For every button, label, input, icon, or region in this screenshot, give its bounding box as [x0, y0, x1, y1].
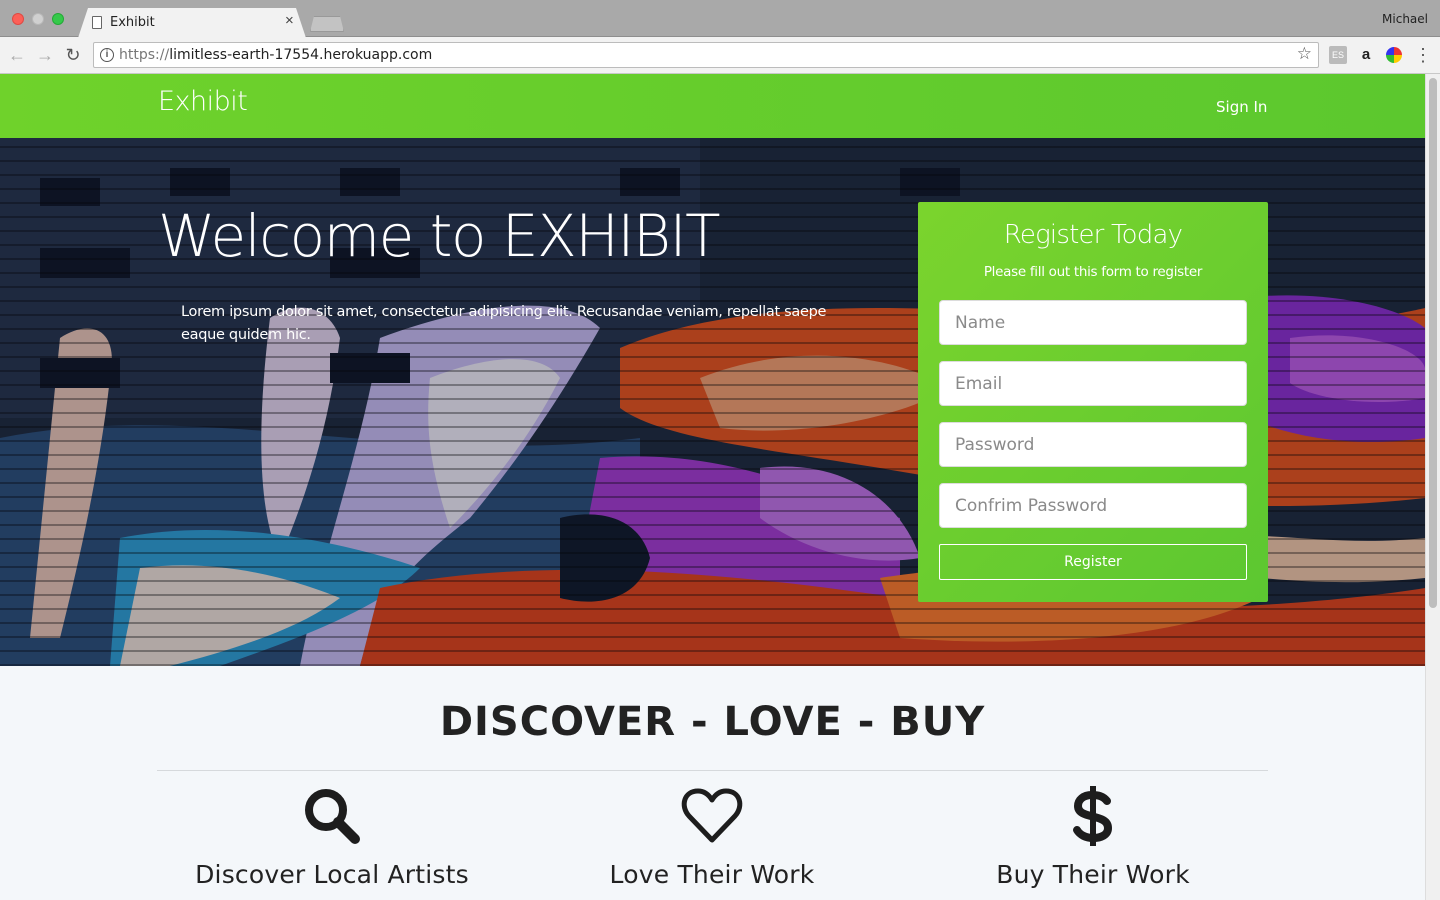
browser-tab[interactable]: Exhibit × — [78, 8, 306, 38]
maximize-window-button[interactable] — [52, 13, 64, 25]
bookmark-star-icon[interactable]: ☆ — [1297, 44, 1312, 64]
register-subtitle: Please fill out this form to register — [983, 264, 1203, 280]
feature-discover: Discover Local Artists — [152, 784, 512, 889]
heart-icon — [681, 788, 743, 843]
feature-love: Love Their Work — [532, 784, 892, 889]
page-icon — [92, 16, 102, 29]
feature-label: Discover Local Artists — [195, 860, 469, 889]
reload-icon[interactable]: ↻ — [63, 45, 83, 65]
profile-name[interactable]: Michael — [1382, 12, 1428, 26]
color-extension-icon[interactable] — [1386, 47, 1402, 63]
browser-toolbar: ← → ↻ i https://limitless-earth-17554.he… — [0, 37, 1440, 74]
password-field[interactable] — [939, 422, 1247, 467]
address-bar[interactable]: i https://limitless-earth-17554.herokuap… — [93, 42, 1319, 68]
info-icon[interactable]: i — [100, 48, 114, 62]
url-text[interactable]: https://limitless-earth-17554.herokuapp.… — [119, 47, 432, 63]
minimize-window-button[interactable] — [32, 13, 44, 25]
page-scrollbar[interactable] — [1425, 74, 1440, 900]
search-icon — [305, 789, 360, 844]
feature-label: Love Their Work — [609, 860, 815, 889]
register-title: Register Today — [1003, 220, 1183, 250]
feature-buy: Buy Their Work — [913, 784, 1273, 889]
new-tab-button[interactable] — [310, 16, 344, 32]
hero-title: Welcome to EXHIBIT — [158, 202, 721, 270]
hero-section: Welcome to EXHIBIT Lorem ipsum dolor sit… — [0, 138, 1425, 666]
browser-menu-icon[interactable]: ⋮ — [1414, 45, 1432, 65]
forward-icon[interactable]: → — [35, 45, 55, 65]
feature-label: Buy Their Work — [996, 860, 1190, 889]
tab-close-icon[interactable]: × — [285, 13, 294, 28]
register-form-card: Register Today Please fill out this form… — [918, 202, 1268, 602]
confirm-password-field[interactable] — [939, 483, 1247, 528]
site-navbar: Exhibit Sign In — [0, 74, 1425, 138]
section-divider — [157, 770, 1268, 771]
tab-title: Exhibit — [110, 15, 155, 30]
site-brand[interactable]: Exhibit — [158, 86, 248, 117]
email-field[interactable] — [939, 361, 1247, 406]
close-window-button[interactable] — [12, 13, 24, 25]
amazon-extension-icon[interactable]: a — [1357, 46, 1375, 64]
scrollbar-thumb[interactable] — [1429, 78, 1437, 608]
dollar-icon — [1073, 786, 1113, 846]
register-button[interactable]: Register — [939, 544, 1247, 580]
hero-description: Lorem ipsum dolor sit amet, consectetur … — [181, 304, 827, 343]
sign-in-link[interactable]: Sign In — [1216, 98, 1267, 116]
extension-es-icon[interactable]: ES — [1329, 46, 1347, 64]
name-field[interactable] — [939, 300, 1247, 345]
back-icon[interactable]: ← — [7, 45, 27, 65]
page-viewport: Exhibit Sign In Welcome to EXHIBIT Lorem… — [0, 74, 1425, 900]
browser-titlebar: Exhibit × Michael — [0, 0, 1440, 38]
features-heading: DISCOVER - LOVE - BUY — [439, 699, 986, 745]
